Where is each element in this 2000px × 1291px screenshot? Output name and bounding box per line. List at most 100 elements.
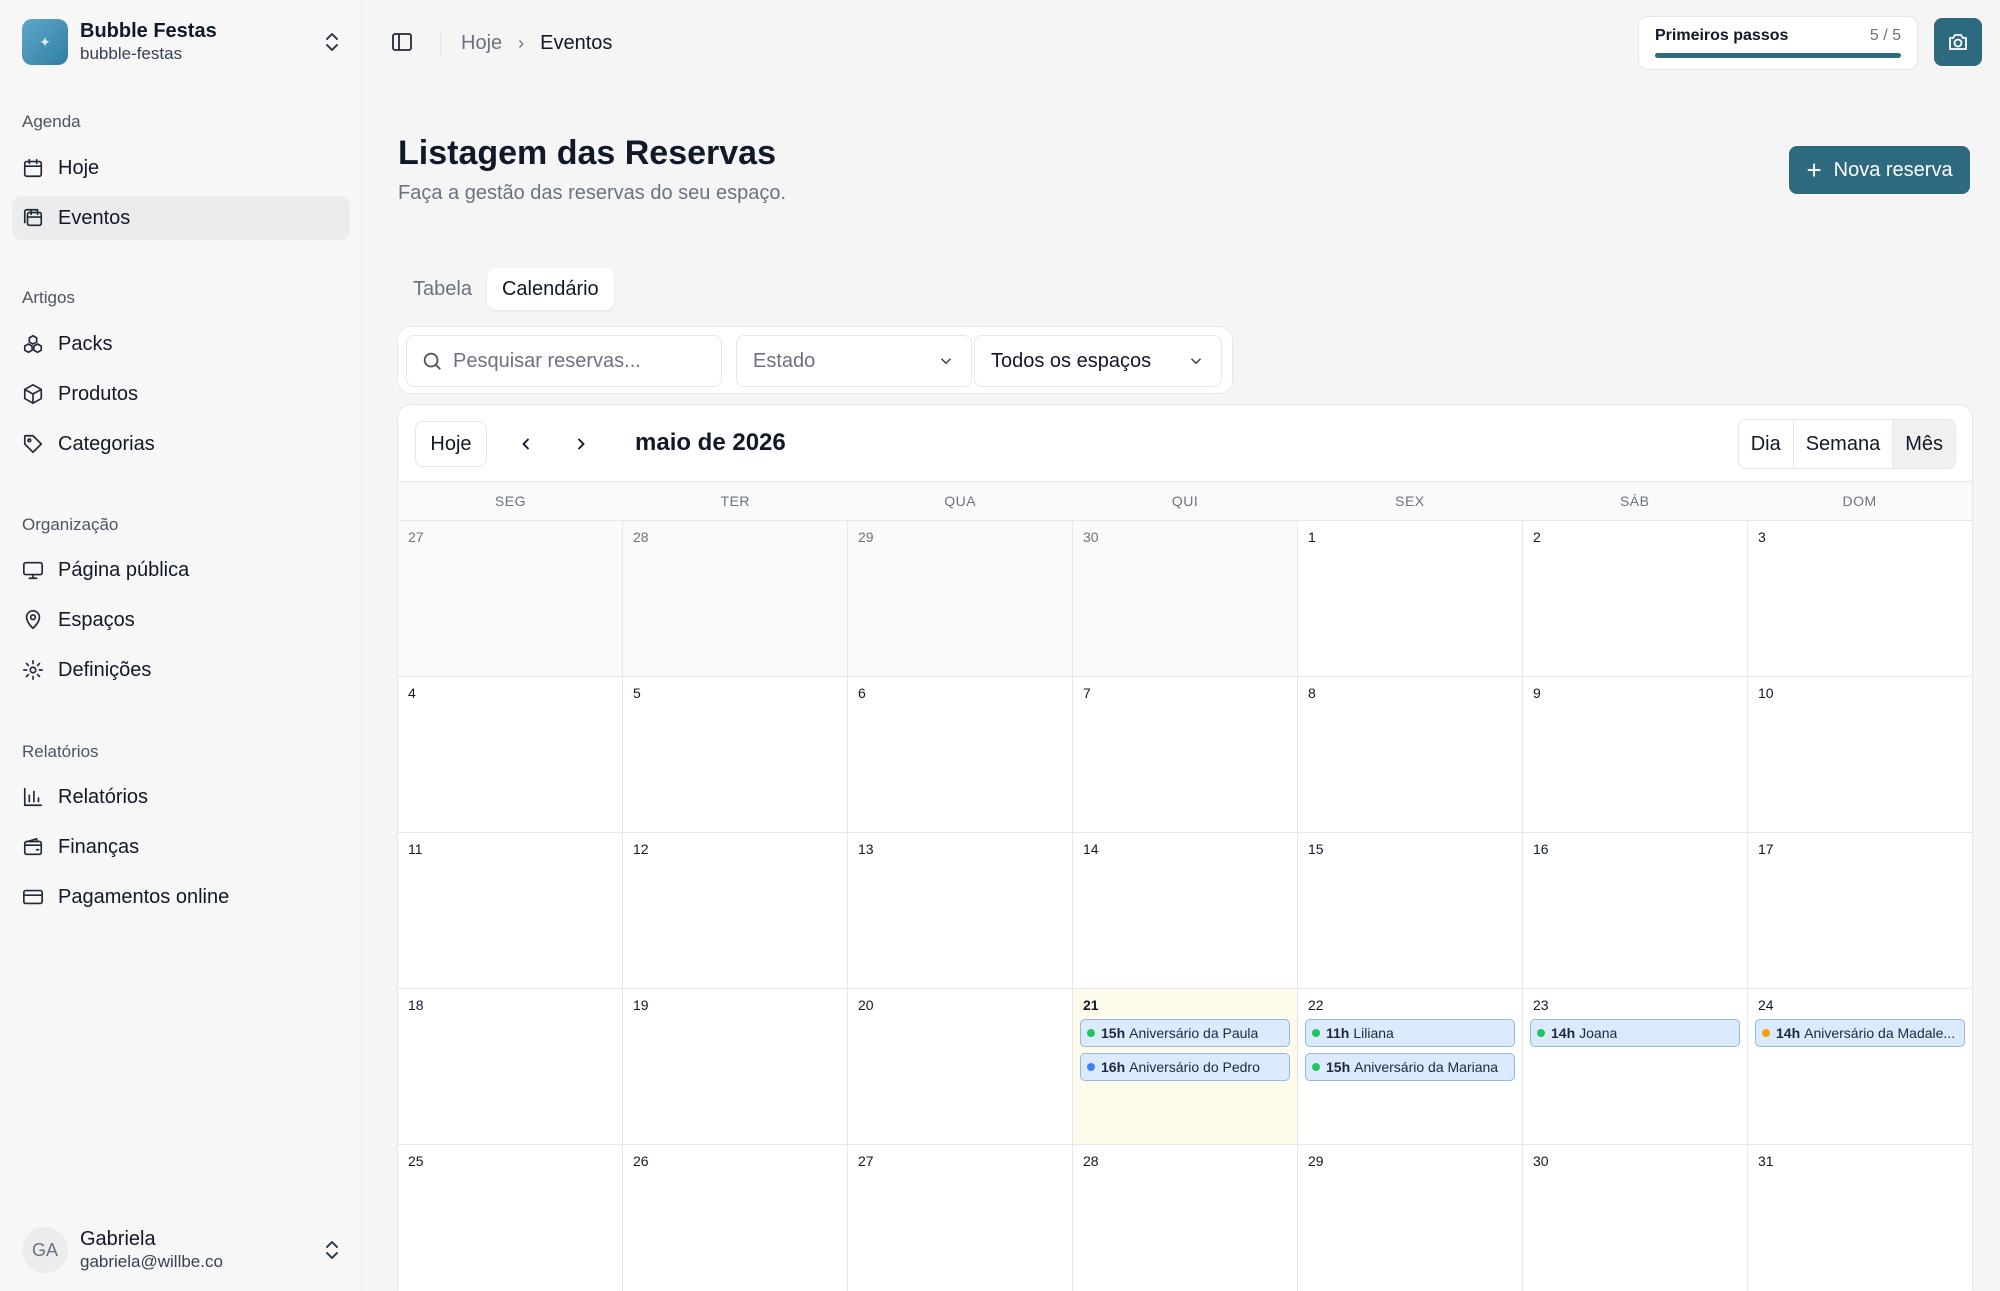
calendar-day[interactable]: 28 [1073, 1145, 1298, 1291]
calendar-event[interactable]: 15h Aniversário da Mariana [1305, 1053, 1515, 1081]
calendar-day[interactable]: 27 [398, 521, 623, 676]
calendar-day[interactable]: 17 [1748, 833, 1972, 988]
sidebar-toggle-icon[interactable] [390, 30, 416, 56]
calendar-day[interactable]: 14 [1073, 833, 1298, 988]
state-select[interactable]: Estado [736, 335, 972, 387]
chevron-down-icon [1190, 358, 1202, 365]
calendar-day[interactable]: 23 14h Joana [1523, 989, 1748, 1144]
calendar-day[interactable]: 1 [1298, 521, 1523, 676]
event-title: Liliana [1353, 1025, 1394, 1041]
calendar-day[interactable]: 4 [398, 677, 623, 832]
sidebar-item-relatorios[interactable]: Relatórios [12, 775, 350, 819]
space-select[interactable]: Todos os espaços [974, 335, 1222, 387]
calendar-day[interactable]: 26 [623, 1145, 848, 1291]
calendar-day[interactable]: 3 [1748, 521, 1972, 676]
weekday-label: DOM [1842, 493, 1877, 509]
sidebar-item-label: Relatórios [58, 785, 149, 808]
calendar-day[interactable]: 31 [1748, 1145, 1972, 1291]
calendar-event[interactable]: 11h Liliana [1305, 1019, 1515, 1047]
day-number: 12 [633, 841, 649, 857]
day-number: 28 [633, 529, 649, 545]
calendar-day[interactable]: 6 [848, 677, 1073, 832]
calendar-day[interactable]: 18 [398, 989, 623, 1144]
view-tabs: Tabela Calendário [398, 268, 614, 310]
calendar-day[interactable]: 7 [1073, 677, 1298, 832]
calendar-event[interactable]: 14h Joana [1530, 1019, 1740, 1047]
monitor-icon [22, 559, 44, 581]
sidebar-item-produtos[interactable]: Produtos [12, 372, 350, 416]
event-time: 16h [1101, 1059, 1126, 1075]
onboarding-progress[interactable]: Primeiros passos 5 / 5 [1638, 16, 1918, 70]
sidebar-item-packs[interactable]: Packs [12, 322, 350, 366]
org-switcher[interactable]: ✦ Bubble Festas bubble-festas [22, 18, 344, 66]
chevron-right-icon [577, 438, 585, 450]
new-booking-button[interactable]: + Nova reserva [1789, 146, 1970, 194]
weekday-label: SEG [494, 493, 526, 509]
view-dia[interactable]: Dia [1739, 420, 1794, 468]
weekday-label: TER [720, 493, 751, 509]
today-button[interactable]: Hoje [415, 421, 487, 467]
sidebar-item-espacos[interactable]: Espaços [12, 598, 350, 642]
next-month-button[interactable] [564, 427, 598, 461]
calendar-day[interactable]: 22 11h Liliana 15h Aniversário da Mariana [1298, 989, 1523, 1144]
calendar-day[interactable]: 24 14h Aniversário da Madale... [1748, 989, 1972, 1144]
breadcrumb: Hoje › Eventos [461, 30, 612, 56]
day-number: 15 [1308, 841, 1324, 857]
tab-calendario[interactable]: Calendário [486, 268, 614, 310]
calendar-day-today[interactable]: 21 15h Aniversário da Paula 16h Aniversário … [1073, 989, 1298, 1144]
calendar-day[interactable]: 28 [623, 521, 848, 676]
event-title: Joana [1579, 1025, 1618, 1041]
calendar-day[interactable]: 29 [1298, 1145, 1523, 1291]
calendar-day[interactable]: 19 [623, 989, 848, 1144]
day-number: 25 [408, 1153, 424, 1169]
breadcrumb-link-hoje[interactable]: Hoje [461, 32, 502, 55]
calendar-day[interactable]: 13 [848, 833, 1073, 988]
plus-icon: + [1806, 155, 1822, 185]
day-number: 8 [1308, 685, 1316, 701]
calendar-day[interactable]: 16 [1523, 833, 1748, 988]
calendar-event[interactable]: 14h Aniversário da Madale... [1755, 1019, 1965, 1047]
sidebar-item-categorias[interactable]: Categorias [12, 422, 350, 466]
sidebar-item-definicoes[interactable]: Definições [12, 648, 350, 692]
calendar-week: 4 5 6 7 8 9 10 [398, 677, 1972, 833]
calendar-event[interactable]: 16h Aniversário do Pedro [1080, 1053, 1290, 1081]
calendar-day[interactable]: 20 [848, 989, 1073, 1144]
org-name: Bubble Festas [80, 20, 217, 42]
weekday-header: SEG TER QUA QUI SEX SÁB DOM [398, 481, 1972, 521]
calendar-event[interactable]: 15h Aniversário da Paula [1080, 1019, 1290, 1047]
sidebar-item-eventos[interactable]: Eventos [12, 196, 350, 240]
calendar-day[interactable]: 8 [1298, 677, 1523, 832]
camera-button[interactable] [1934, 18, 1982, 66]
calendar-day[interactable]: 30 [1073, 521, 1298, 676]
sidebar-item-label: Finanças [58, 835, 140, 858]
calendar-day[interactable]: 25 [398, 1145, 623, 1291]
view-mes[interactable]: Mês [1893, 420, 1955, 468]
onboarding-label: Primeiros passos [1655, 27, 1789, 44]
view-semana[interactable]: Semana [1794, 420, 1894, 468]
calendar-day[interactable]: 10 [1748, 677, 1972, 832]
tab-tabela[interactable]: Tabela [398, 268, 487, 310]
user-menu[interactable]: GA Gabriela gabriela@willbe.co [22, 1224, 344, 1276]
day-number: 30 [1083, 529, 1099, 545]
search-input[interactable] [453, 349, 713, 373]
calendar-day[interactable]: 12 [623, 833, 848, 988]
prev-month-button[interactable] [509, 427, 543, 461]
sidebar-item-label: Eventos [58, 206, 131, 229]
calendar-day[interactable]: 29 [848, 521, 1073, 676]
sidebar-item-pagamentos-online[interactable]: Pagamentos online [12, 875, 350, 919]
calendar-day[interactable]: 2 [1523, 521, 1748, 676]
sidebar-item-pagina-publica[interactable]: Página pública [12, 548, 350, 592]
calendar-day[interactable]: 5 [623, 677, 848, 832]
progress-bar [1655, 53, 1901, 58]
location-icon [22, 609, 44, 631]
calendar-day[interactable]: 15 [1298, 833, 1523, 988]
section-artigos: Artigos [22, 288, 75, 307]
calendar-day[interactable]: 9 [1523, 677, 1748, 832]
sidebar-item-hoje[interactable]: Hoje [12, 146, 350, 190]
calendar-day[interactable]: 30 [1523, 1145, 1748, 1291]
day-number: 6 [858, 685, 866, 701]
calendar-day[interactable]: 11 [398, 833, 623, 988]
sidebar: ✦ Bubble Festas bubble-festas Agenda Hoj… [0, 0, 362, 1291]
sidebar-item-financas[interactable]: Finanças [12, 825, 350, 869]
calendar-day[interactable]: 27 [848, 1145, 1073, 1291]
